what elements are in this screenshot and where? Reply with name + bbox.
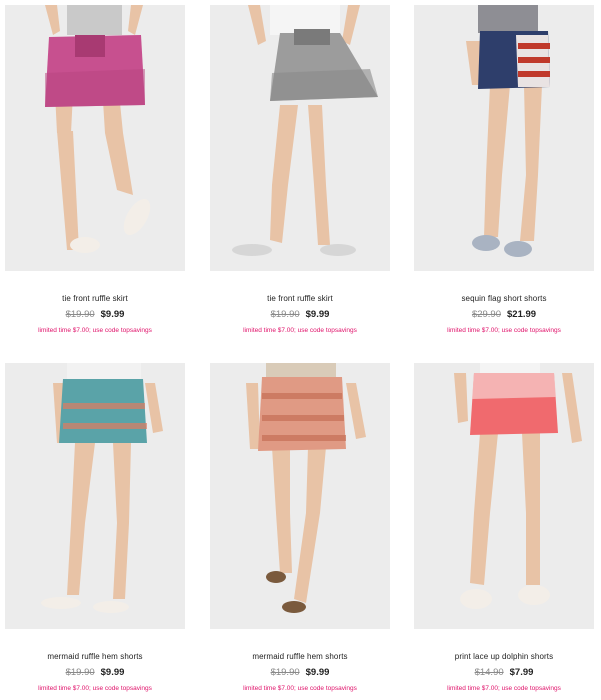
product-image[interactable] bbox=[5, 5, 185, 271]
product-grid: tie front ruffle skirt $19.90 $9.99 limit… bbox=[0, 0, 601, 700]
model-figure bbox=[466, 5, 550, 257]
sale-price: $9.99 bbox=[305, 667, 330, 678]
price-row: $29.90 $21.99 bbox=[414, 309, 594, 321]
price-row: $19.90 $9.99 bbox=[5, 309, 185, 321]
product-info: tie front ruffle skirt $19.90 $9.99 limit… bbox=[5, 294, 185, 335]
promo-text: limited time $7.00; use code topsavings bbox=[447, 327, 561, 334]
model-figure bbox=[41, 363, 163, 613]
model-figure bbox=[232, 5, 378, 256]
product-card[interactable] bbox=[414, 363, 594, 629]
model-figure bbox=[454, 363, 582, 609]
product-name[interactable]: tie front ruffle skirt bbox=[210, 294, 390, 304]
sale-price: $21.99 bbox=[507, 309, 537, 320]
price-row: $19.90 $9.99 bbox=[5, 667, 185, 679]
product-info: mermaid ruffle hem shorts $19.90 $9.99 li… bbox=[210, 652, 390, 693]
promo-text: limited time $7.00; use code topsavings bbox=[38, 327, 152, 334]
product-card[interactable] bbox=[210, 5, 390, 271]
product-info: sequin flag short shorts $29.90 $21.99 li… bbox=[414, 294, 594, 335]
product-image[interactable] bbox=[210, 363, 390, 629]
price-row: $14.90 $7.99 bbox=[414, 667, 594, 679]
promo-text: limited time $7.00; use code topsavings bbox=[38, 685, 152, 692]
sale-price: $9.99 bbox=[305, 309, 330, 320]
product-name[interactable]: sequin flag short shorts bbox=[414, 294, 594, 304]
product-name[interactable]: mermaid ruffle hem shorts bbox=[210, 652, 390, 662]
product-card[interactable] bbox=[5, 363, 185, 629]
product-name[interactable]: print lace up dolphin shorts bbox=[414, 652, 594, 662]
promo-text: limited time $7.00; use code topsavings bbox=[243, 327, 357, 334]
original-price: $19.90 bbox=[65, 667, 95, 678]
original-price: $19.90 bbox=[270, 309, 300, 320]
product-image[interactable] bbox=[210, 5, 390, 271]
product-info: tie front ruffle skirt $19.90 $9.99 limit… bbox=[210, 294, 390, 335]
product-name[interactable]: tie front ruffle skirt bbox=[5, 294, 185, 304]
product-card[interactable] bbox=[210, 363, 390, 629]
model-figure bbox=[45, 5, 151, 253]
original-price: $14.90 bbox=[474, 667, 504, 678]
promo-text: limited time $7.00; use code topsavings bbox=[447, 685, 561, 692]
original-price: $29.90 bbox=[471, 309, 501, 320]
sale-price: $7.99 bbox=[509, 667, 534, 678]
product-image[interactable] bbox=[414, 5, 594, 271]
product-name[interactable]: mermaid ruffle hem shorts bbox=[5, 652, 185, 662]
original-price: $19.90 bbox=[65, 309, 95, 320]
promo-text: limited time $7.00; use code topsavings bbox=[243, 685, 357, 692]
price-row: $19.90 $9.99 bbox=[210, 667, 390, 679]
price-row: $19.90 $9.99 bbox=[210, 309, 390, 321]
sale-price: $9.99 bbox=[100, 667, 125, 678]
product-card[interactable] bbox=[5, 5, 185, 271]
model-figure bbox=[246, 363, 366, 613]
product-image[interactable] bbox=[5, 363, 185, 629]
product-info: mermaid ruffle hem shorts $19.90 $9.99 li… bbox=[5, 652, 185, 693]
product-image[interactable] bbox=[414, 363, 594, 629]
original-price: $19.90 bbox=[270, 667, 300, 678]
product-info: print lace up dolphin shorts $14.90 $7.99… bbox=[414, 652, 594, 693]
garment bbox=[59, 379, 147, 443]
sale-price: $9.99 bbox=[100, 309, 125, 320]
product-card[interactable] bbox=[414, 5, 594, 271]
